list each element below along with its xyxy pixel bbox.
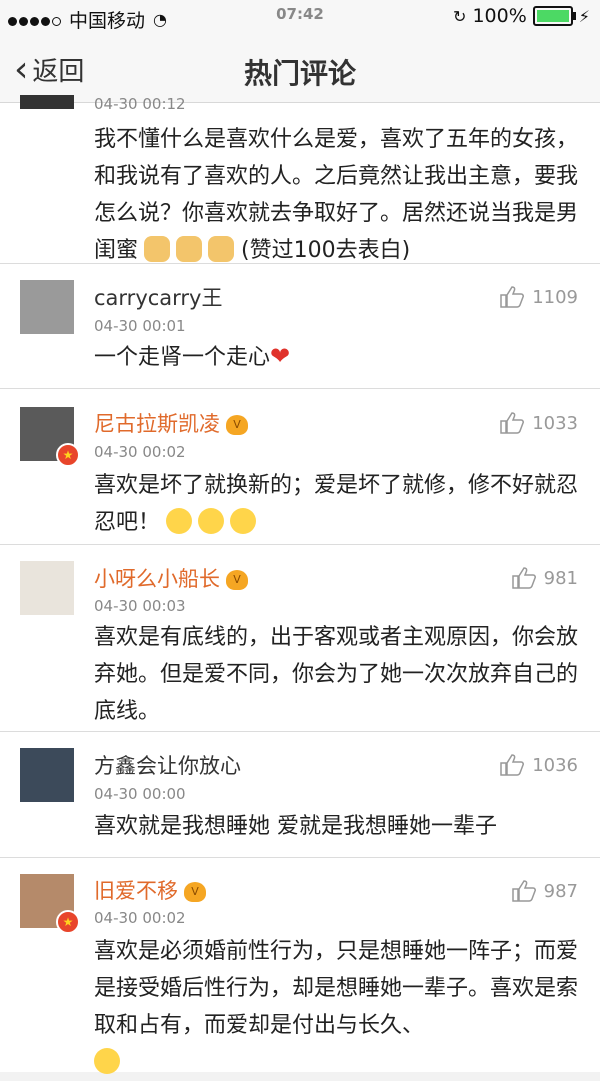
comment-item[interactable]: carrycarry王 04-30 00:01 1109 一个走肾一个走心❤ <box>0 264 600 389</box>
comment-username[interactable]: 尼古拉斯凯凌 V <box>94 408 248 438</box>
avatar[interactable] <box>20 748 74 802</box>
like-button[interactable]: 981 <box>511 567 578 589</box>
like-count: 987 <box>543 880 578 902</box>
like-button[interactable]: 1036 <box>500 754 578 776</box>
comment-list[interactable]: 04-30 00:12 我不懂什么是喜欢什么是爱，喜欢了五年的女孩，和我说有了喜… <box>0 95 600 1074</box>
username-text: 尼古拉斯凯凌 <box>94 412 220 436</box>
comment-text: 喜欢是必须婚前性行为，只是想睡她一阵子；而爱是接受婚后性行为，却是想睡她一辈子。… <box>94 933 580 1081</box>
thinking-emoji-icon <box>166 508 193 534</box>
comment-text: 喜欢是坏了就换新的；爱是坏了就修，修不好就忍忍吧！ <box>94 467 580 541</box>
dog-emoji-icon <box>208 236 235 262</box>
avatar[interactable] <box>20 280 74 334</box>
like-count: 981 <box>543 567 578 589</box>
smile-emoji-icon <box>94 1048 120 1074</box>
charging-icon: ⚡ <box>578 6 590 26</box>
dog-emoji-icon <box>176 236 203 262</box>
comment-text-main: 一个走肾一个走心 <box>94 345 271 370</box>
thumbs-up-icon <box>500 286 525 308</box>
avatar[interactable] <box>20 561 74 615</box>
like-count: 1036 <box>532 754 578 776</box>
comment-time: 04-30 00:00 <box>94 785 186 803</box>
like-count: 1033 <box>532 412 578 434</box>
comment-item[interactable]: ★ 尼古拉斯凯凌 V 04-30 00:02 1033 喜欢是坏了就换新的；爱是坏… <box>0 389 600 545</box>
vip-crown-icon: V <box>226 415 248 435</box>
comment-time: 04-30 00:03 <box>94 597 186 615</box>
comment-time: 04-30 00:01 <box>94 317 186 335</box>
thumbs-up-icon <box>500 412 525 434</box>
status-right: ↻ 100% ⚡ <box>453 5 590 27</box>
orientation-lock-icon: ↻ <box>453 6 467 26</box>
back-label: 返回 <box>32 57 85 87</box>
vip-crown-icon: V <box>226 570 248 590</box>
like-count: 1109 <box>532 286 578 308</box>
back-button[interactable]: ‹ 返回 <box>14 51 84 88</box>
vip-crown-icon: V <box>184 882 206 902</box>
comment-text-suffix: (赞过100去表白) <box>241 238 411 263</box>
comment-item[interactable]: ★ 旧爱不移 V 04-30 00:02 987 喜欢是必须婚前性行为，只是想睡她… <box>0 858 600 1074</box>
comment-username[interactable]: 小呀么小船长 V <box>94 563 248 593</box>
comment-username[interactable]: 方鑫会让你放心 <box>94 750 241 780</box>
like-button[interactable]: 1109 <box>500 286 578 308</box>
username-text: 小呀么小船长 <box>94 567 220 591</box>
thumbs-up-icon <box>500 754 525 776</box>
dog-emoji-icon <box>144 236 171 262</box>
comment-text-main: 喜欢是必须婚前性行为，只是想睡她一阵子；而爱是接受婚后性行为，却是想睡她一辈子。… <box>94 939 579 1038</box>
verified-badge-icon: ★ <box>56 910 80 934</box>
username-text: 旧爱不移 <box>94 879 178 903</box>
nav-bar: ‹ 返回 热门评论 <box>0 34 600 103</box>
heart-emoji-icon: ❤ <box>270 342 291 370</box>
comment-text: 一个走肾一个走心❤ <box>94 338 580 376</box>
thinking-emoji-icon <box>198 508 225 534</box>
comment-time: 04-30 00:02 <box>94 909 186 927</box>
battery-percent: 100% <box>472 5 527 27</box>
comment-item[interactable]: 小呀么小船长 V 04-30 00:03 981 喜欢是有底线的，出于客观或者主观… <box>0 545 600 732</box>
thumbs-up-icon <box>511 880 536 902</box>
comment-item[interactable]: 方鑫会让你放心 04-30 00:00 1036 喜欢就是我想睡她 爱就是我想睡… <box>0 732 600 858</box>
comment-text: 喜欢是有底线的，出于客观或者主观原因，你会放弃她。但是爱不同，你会为了她一次次放… <box>94 625 579 724</box>
like-button[interactable]: 1033 <box>500 412 578 434</box>
verified-badge-icon: ★ <box>56 443 80 467</box>
comment-time: 04-30 00:02 <box>94 443 186 461</box>
avatar[interactable] <box>20 95 74 109</box>
page-title: 热门评论 <box>243 57 356 90</box>
thumbs-up-icon <box>511 567 536 589</box>
thinking-emoji-icon <box>230 508 257 534</box>
battery-icon <box>532 6 576 26</box>
chevron-left-icon: ‹ <box>14 48 29 90</box>
comment-username[interactable]: carrycarry王 <box>94 282 222 312</box>
comment-item[interactable]: 04-30 00:12 我不懂什么是喜欢什么是爱，喜欢了五年的女孩，和我说有了喜… <box>0 95 600 264</box>
comment-text: 喜欢就是我想睡她 爱就是我想睡她一辈子 <box>94 814 497 839</box>
comment-text: 我不懂什么是喜欢什么是爱，喜欢了五年的女孩，和我说有了喜欢的人。之后竟然让我出主… <box>94 121 580 269</box>
status-bar: 中国移动 ◔ 07:42 ↻ 100% ⚡ <box>0 0 600 34</box>
like-button[interactable]: 987 <box>511 880 578 902</box>
comment-username[interactable]: 旧爱不移 V <box>94 875 206 905</box>
comment-time: 04-30 00:12 <box>94 95 186 113</box>
